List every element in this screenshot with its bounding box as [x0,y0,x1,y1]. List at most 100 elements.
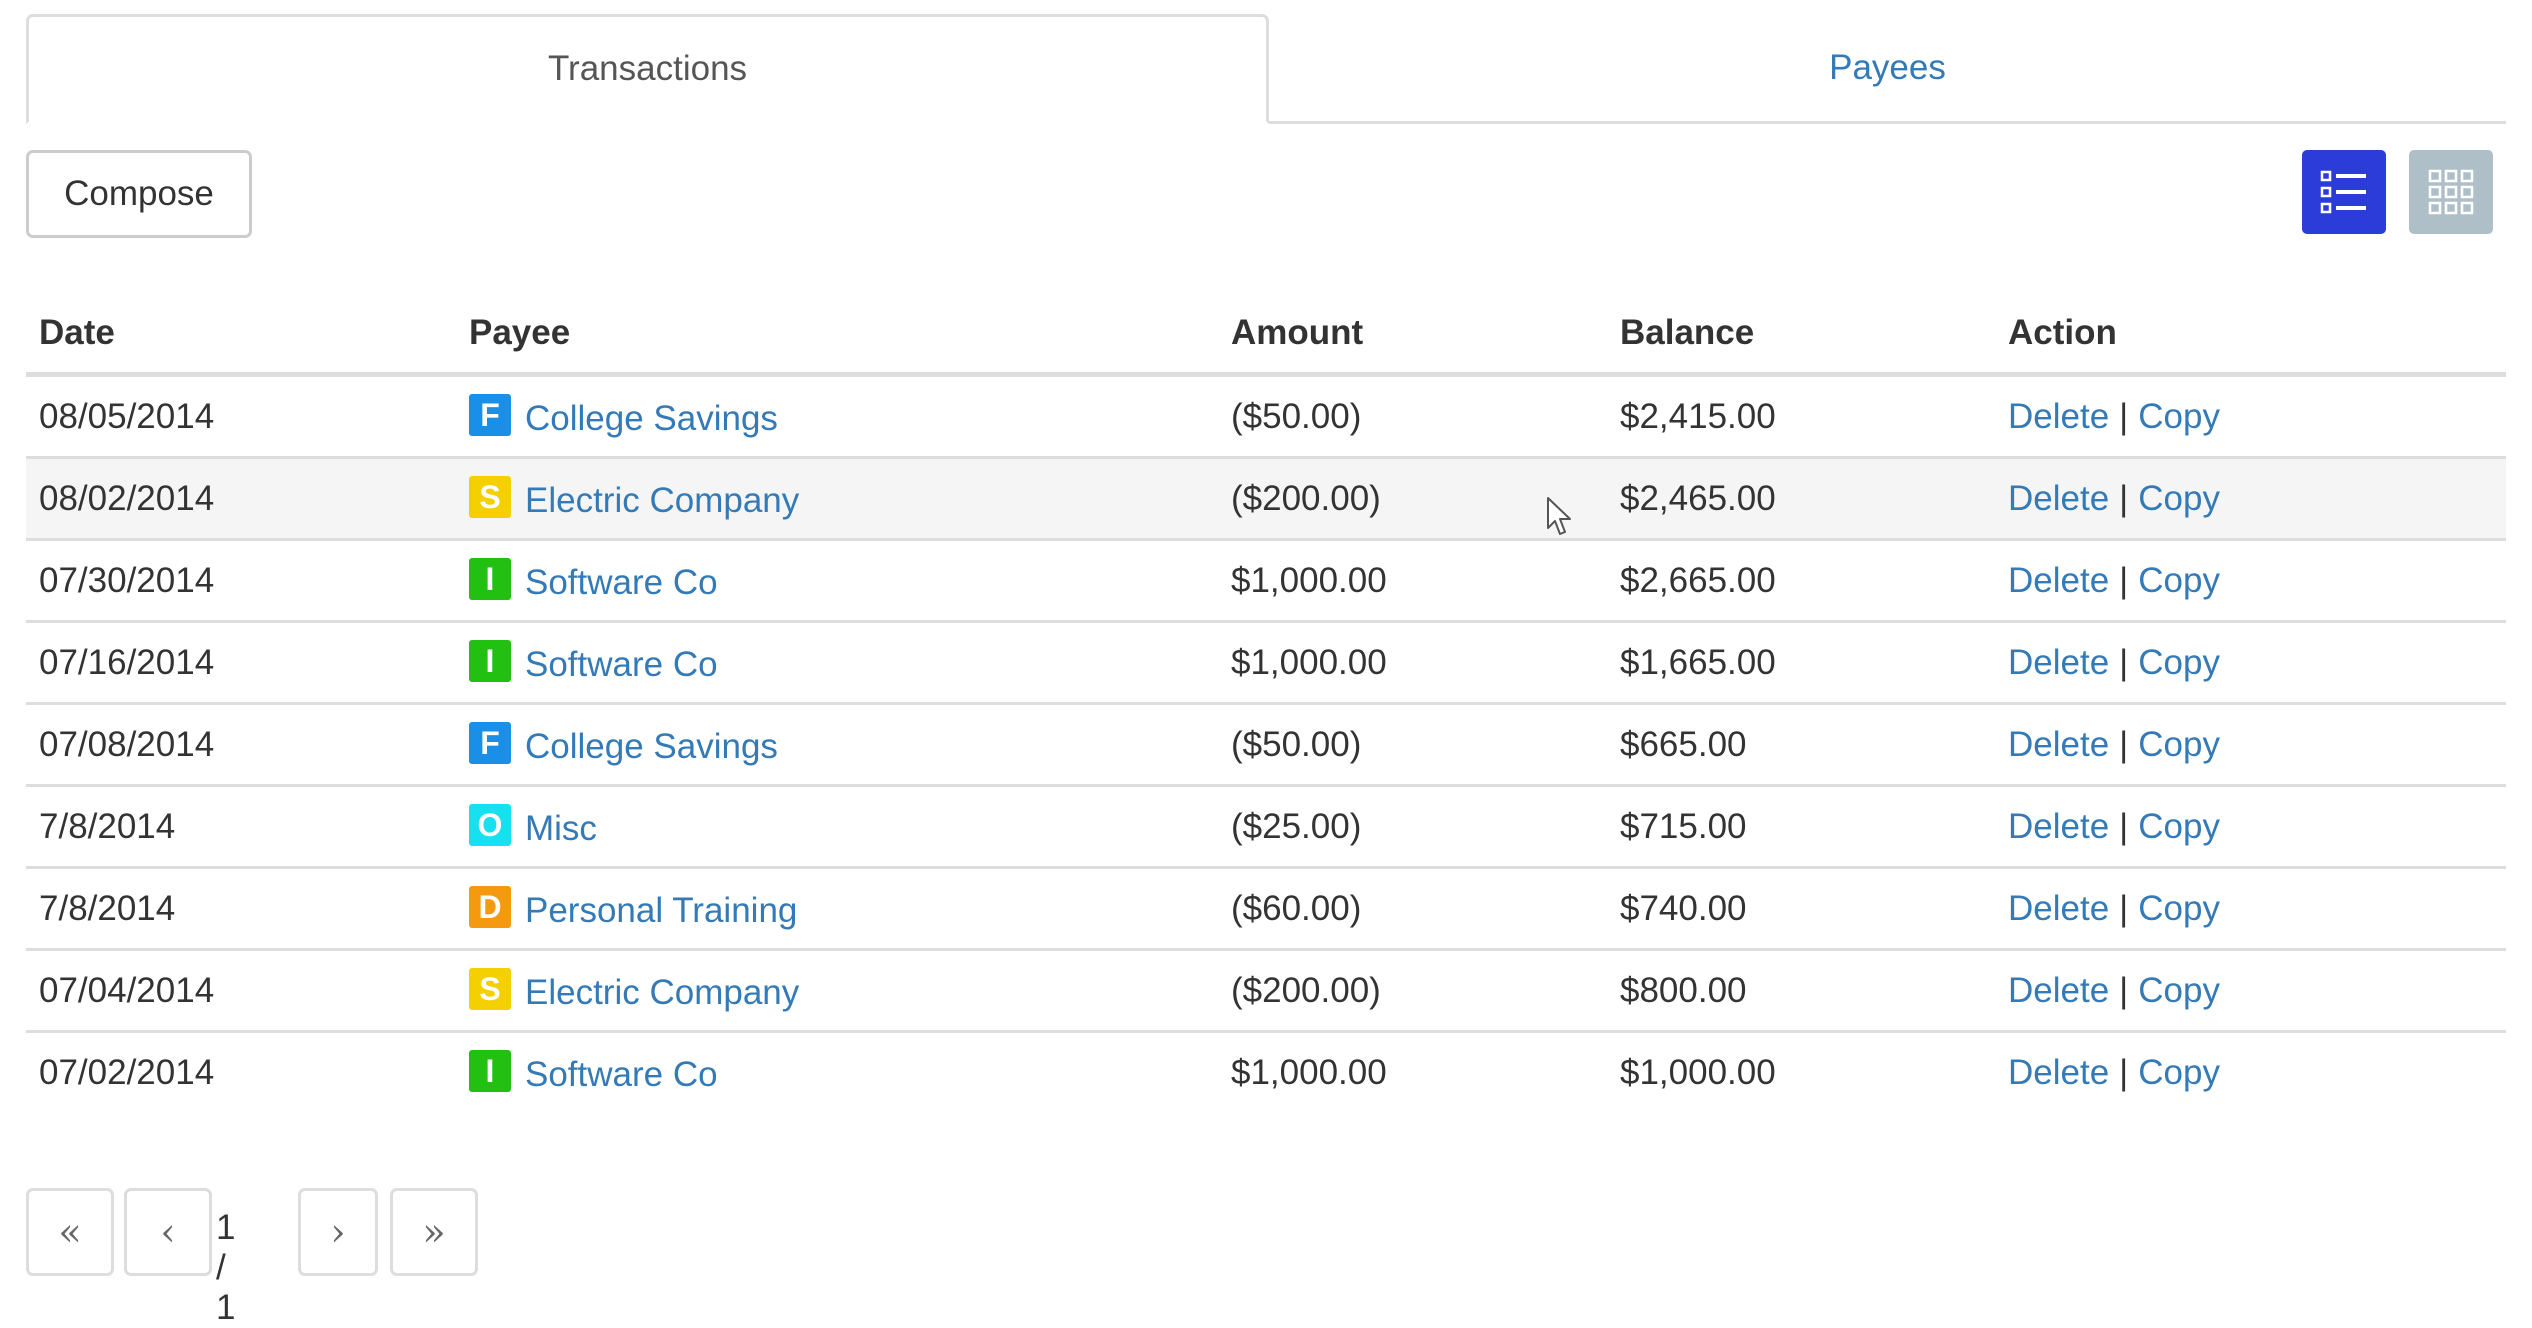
row-date: 07/08/2014 [26,703,456,787]
list-view-button[interactable] [2302,150,2386,234]
payee-link[interactable]: College Savings [525,727,778,766]
table-row: 08/02/2014 S Electric Company ($200.00) $2,4… [26,457,2506,541]
row-amount: ($50.00) [1218,703,1607,787]
copy-link[interactable]: Copy [2138,561,2220,600]
payee-category-badge: I [469,558,511,600]
delete-link[interactable]: Delete [2008,807,2109,846]
row-payee-cell: F College Savings [456,703,1218,787]
row-actions: Delete | Copy [1995,621,2506,705]
compose-button[interactable]: Compose [26,150,252,238]
grid-view-button[interactable] [2409,150,2493,234]
row-date: 07/04/2014 [26,949,456,1033]
payee-category-badge: O [469,804,511,846]
table-row: 08/05/2014 F College Savings ($50.00) $2,415… [26,374,2506,459]
header-balance: Balance [1607,294,1995,377]
table-header-row: Date Payee Amount Balance Action [26,294,2506,377]
row-actions: Delete | Copy [1995,785,2506,869]
action-separator: | [2119,1052,2129,1092]
table-row: 07/30/2014 I Software Co $1,000.00 $2,665.00… [26,539,2506,623]
row-date: 07/16/2014 [26,621,456,705]
payee-category-badge: F [469,722,511,764]
row-amount: ($50.00) [1218,374,1607,459]
copy-link[interactable]: Copy [2138,643,2220,682]
payee-category-badge: S [469,968,511,1010]
row-amount: $1,000.00 [1218,621,1607,705]
table-body: 08/05/2014 F College Savings ($50.00) $2,415… [26,374,2506,1113]
mouse-cursor-icon [1547,497,1571,535]
header-payee: Payee [456,294,1218,377]
row-date: 7/8/2014 [26,785,456,869]
row-date: 07/30/2014 [26,539,456,623]
row-amount: ($60.00) [1218,867,1607,951]
list-view-icon [2320,170,2366,214]
row-payee-cell: O Misc [456,785,1218,869]
row-actions: Delete | Copy [1995,539,2506,623]
action-separator: | [2119,396,2129,436]
tab-transactions[interactable]: Transactions [26,14,1269,124]
delete-link[interactable]: Delete [2008,479,2109,518]
row-amount: ($25.00) [1218,785,1607,869]
toolbar: Compose [26,124,2506,264]
row-payee-cell: I Software Co [456,621,1218,705]
payee-link[interactable]: Electric Company [525,481,799,520]
transactions-table: Date Payee Amount Balance Action 08/05/2… [26,294,2506,1112]
row-actions: Delete | Copy [1995,457,2506,541]
prev-page-button[interactable]: ‹ [124,1188,212,1276]
payee-link[interactable]: Software Co [525,1055,718,1094]
tab-bar: Transactions Payees [26,14,2506,124]
payee-category-badge: S [469,476,511,518]
header-action: Action [1995,294,2506,377]
action-separator: | [2119,970,2129,1010]
copy-link[interactable]: Copy [2138,807,2220,846]
delete-link[interactable]: Delete [2008,643,2109,682]
app-container: Transactions Payees Compose Date Payee A… [26,14,2506,1327]
row-payee-cell: D Personal Training [456,867,1218,951]
payee-category-badge: D [469,886,511,928]
delete-link[interactable]: Delete [2008,397,2109,436]
table-row: 07/08/2014 F College Savings ($50.00) $665.0… [26,703,2506,787]
payee-link[interactable]: Misc [525,809,597,848]
copy-link[interactable]: Copy [2138,479,2220,518]
action-separator: | [2119,888,2129,928]
row-payee-cell: F College Savings [456,374,1218,459]
row-balance: $2,665.00 [1607,539,1995,623]
payee-link[interactable]: College Savings [525,399,778,438]
row-balance: $2,465.00 [1607,457,1995,541]
header-amount: Amount [1218,294,1607,377]
last-page-button[interactable]: » [390,1188,478,1276]
delete-link[interactable]: Delete [2008,1053,2109,1092]
payee-link[interactable]: Personal Training [525,891,797,930]
row-payee-cell: I Software Co [456,1032,1218,1113]
row-date: 07/02/2014 [39,1052,215,1092]
table-row: 07/04/2014 S Electric Company ($200.00) $800… [26,949,2506,1033]
payee-link[interactable]: Software Co [525,645,718,684]
grid-view-icon [2428,169,2474,215]
delete-link[interactable]: Delete [2008,971,2109,1010]
first-page-button[interactable]: « [26,1188,114,1276]
table-row: 07/16/2014 I Software Co $1,000.00 $1,665.00… [26,621,2506,705]
copy-link[interactable]: Copy [2138,725,2220,764]
page-indicator: 1 / 1 [216,1208,236,1327]
payee-category-badge: I [469,1050,511,1092]
row-balance: $665.00 [1607,703,1995,787]
tab-payees[interactable]: Payees [1269,14,2506,121]
action-separator: | [2119,724,2129,764]
copy-link[interactable]: Copy [2138,971,2220,1010]
row-payee-cell: S Electric Company [456,949,1218,1033]
copy-link[interactable]: Copy [2138,1053,2220,1092]
copy-link[interactable]: Copy [2138,397,2220,436]
next-page-button[interactable]: › [298,1188,378,1276]
action-separator: | [2119,642,2129,682]
payee-category-badge: F [469,394,511,436]
delete-link[interactable]: Delete [2008,725,2109,764]
payee-link[interactable]: Software Co [525,563,718,602]
row-date: 08/02/2014 [26,457,456,541]
payee-link[interactable]: Electric Company [525,973,799,1012]
delete-link[interactable]: Delete [2008,889,2109,928]
row-actions: Delete | Copy [1995,703,2506,787]
copy-link[interactable]: Copy [2138,889,2220,928]
table-row: 7/8/2014 D Personal Training ($60.00) $740.0… [26,867,2506,951]
delete-link[interactable]: Delete [2008,561,2109,600]
row-balance: $800.00 [1607,949,1995,1033]
row-actions: Delete | Copy [1995,374,2506,459]
